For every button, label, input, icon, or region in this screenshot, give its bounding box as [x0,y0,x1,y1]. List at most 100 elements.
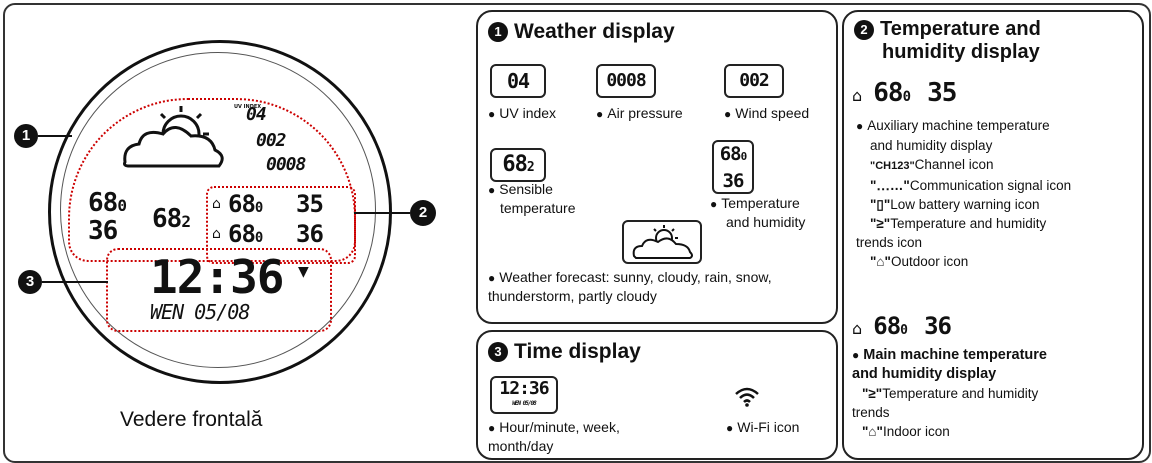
channel-icon-row: "CH123"Channel icon [856,155,1140,176]
outdoor-icon-glyph: "⌂" [870,254,891,269]
main-trend-row: "≥"Temperature and humidity [852,384,1138,403]
main-trend-text-2: trends [852,405,890,420]
weather-display-panel: 1 Weather display 04 0008 002 ● UV index ●… [476,10,838,324]
th-temp-dec: 0 [740,150,748,163]
temp-humidity-panel: 2 Temperature and humidity display ⌂ 680 … [842,10,1144,460]
th-panel-title-2: humidity display [882,41,1040,63]
time-sample-date: WEN 05/08 [512,400,537,407]
device-time: 12:36 [150,250,284,304]
sensible-temp-label: ● Sensible temperature [488,181,576,216]
th-panel-number: 2 [854,19,874,40]
th-hum: 36 [722,170,745,192]
wifi-label-text: Wi-Fi icon [737,419,800,435]
indoor-icon-row: "⌂"Indoor icon [852,422,1138,441]
device-indoor-temp: 680 [88,188,127,218]
aux-title-line: ● Auxiliary machine temperature [856,118,1050,133]
air-pressure-display: 0008 [596,64,656,98]
th-temp-int: 68 [719,143,742,165]
time-sample-value: 12:36 [499,378,549,399]
device-indoor-house-icon: ⌂ [212,226,221,242]
sensible-temp-dec: 2 [526,160,535,175]
weather-panel-title: 1 Weather display [488,20,675,44]
main-temp-dec: 0 [900,323,908,338]
device-date: WEN 05/08 [150,300,250,324]
time-display-panel: 3 Time display 12:36 WEN 05/08 ● Hour/minu… [476,330,838,460]
forecast-line-1: Weather forecast: sunny, cloudy, rain, s… [499,269,772,285]
uv-index-label-text: UV index [499,105,557,121]
device-in-temp-int: 68 [228,220,256,248]
device-uv-value: 04 [246,104,267,125]
weather-sun-cloud-icon [123,106,224,168]
main-trend-glyph: "≥" [862,386,883,401]
forecast-sun-cloud-icon [632,225,693,259]
device-indoor-humidity: 36 [88,216,118,246]
trend-icon-glyph: "≥" [870,216,891,231]
callout-3-line [42,281,108,283]
main-reading: ⌂ 680 36 [852,312,952,340]
sensible-label-1: Sensible [499,181,553,197]
weather-panel-title-text: Weather display [514,20,675,43]
temp-humidity-display: 680 36 [712,140,754,194]
outdoor-icon-text: Outdoor icon [890,254,969,269]
time-label-2: month/day [488,438,554,454]
main-temp-int: 68 [873,312,901,340]
wind-speed-display: 002 [724,64,784,98]
trend-icon-text-2: trends icon [856,235,923,250]
sensible-temp-display: 682 [490,148,546,182]
sensible-label-2: temperature [500,200,576,216]
battery-icon-row: "▯"Low battery warning icon [856,195,1140,214]
device-pressure-value: 002 [256,130,286,151]
channel-icon-glyph: "CH123" [870,160,915,172]
main-title-line-2: and humidity display [852,366,997,382]
trend-icon-row: "≥"Temperature and humidity [856,214,1140,233]
forecast-label: ● Weather forecast: sunny, cloudy, rain, … [488,269,772,304]
th-label-2: and humidity [726,214,806,230]
time-label-1: Hour/minute, week, [499,419,620,435]
main-description: ● Main machine temperature and humidity d… [852,346,1138,441]
callout-2-marker: 2 [410,200,436,226]
device-wifi-arrow-icon: ▼ [298,264,309,280]
wifi-icon [735,387,759,407]
caption-front-view: Vedere frontală [120,408,263,431]
device-sensible-int: 68 [152,204,182,234]
callout-1-marker: 1 [14,124,38,148]
aux-temp: 680 [873,78,911,108]
th-panel-title-1: Temperature and [880,18,1041,40]
trend-icon-text-1: Temperature and humidity [890,216,1047,231]
device-ch-hum: 35 [296,190,324,218]
callout-2-line [354,212,410,214]
main-temp: 680 [873,312,908,340]
uv-index-value: 04 [506,69,530,93]
uv-index-label: ● UV index [488,105,557,121]
forecast-line-2: thunderstorm, partly cloudy [488,288,657,304]
signal-icon-glyph: "․‥…" [870,178,910,193]
device-sensible-dec: 2 [181,212,191,231]
indoor-icon-glyph: "⌂" [862,424,883,439]
th-label-1: Temperature [721,195,800,211]
temp-humidity-label: ● Temperature and humidity [710,195,806,230]
device-indoor-temp-dec: 0 [117,196,127,215]
device-in-hum: 36 [296,220,324,248]
main-trend-text-1: Temperature and humidity [882,386,1039,401]
device-in-temp-dec: 0 [254,230,264,246]
aux-hum: 35 [927,78,957,108]
indoor-icon-text: Indoor icon [882,424,950,439]
signal-icon-row: "․‥…"Communication signal icon [856,176,1140,195]
forecast-icon-display [622,220,702,264]
air-pressure-label-text: Air pressure [607,105,683,121]
wind-speed-label: ● Wind speed [724,105,810,121]
time-panel-title-text: Time display [514,340,641,363]
device-front-view: UV INDEX 04 002 0008 680 36 682 ⌂ 680 35… [0,0,460,463]
time-panel-title: 3 Time display [488,340,641,364]
wifi-label: ● Wi-Fi icon [726,419,800,435]
air-pressure-label: ● Air pressure [596,105,683,121]
time-label: ● Hour/minute, week, month/day [488,419,620,454]
weather-panel-number: 1 [488,22,508,43]
device-indoor-temp-int: 68 [88,188,118,218]
outdoor-icon-row: "⌂"Outdoor icon [856,252,1140,271]
device-in-temp: 680 [228,220,264,248]
aux-outdoor-icon: ⌂ [852,86,863,105]
battery-icon-glyph: "▯" [870,197,891,212]
device-ch-temp-dec: 0 [254,200,264,216]
battery-icon-text: Low battery warning icon [890,197,1040,212]
